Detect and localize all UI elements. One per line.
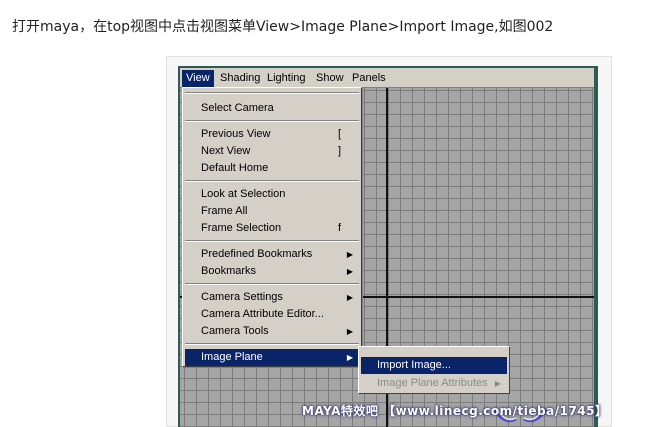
menu-item-label: Camera Tools (201, 325, 269, 337)
menu-lighting[interactable]: Lighting (265, 71, 308, 86)
menu-item-label: Next View (201, 145, 251, 157)
menu-separator (185, 343, 359, 345)
submenu-arrow-icon: ▶ (346, 353, 353, 362)
submenu-arrow-icon: ▶ (346, 250, 353, 259)
shortcut-label: [ (337, 128, 341, 140)
menu-separator (185, 240, 359, 242)
menu-view[interactable]: View (182, 70, 214, 87)
menu-item-label: Camera Attribute Editor... (201, 308, 324, 320)
menu-item-image-plane-attributes: Image Plane Attributes ▶ (361, 375, 507, 392)
watermark-text: MAYA特效吧 【www.linecg.com/tieba/1745】 (302, 404, 608, 418)
submenu-arrow-icon: ▶ (346, 267, 353, 276)
menu-item-bookmarks[interactable]: Bookmarks ▶ (185, 263, 359, 280)
menu-item-label: Look at Selection (201, 188, 286, 200)
menu-separator (185, 92, 359, 94)
shortcut-label: ] (337, 145, 341, 157)
maya-panel: View Shading Lighting Show Panels Select… (178, 66, 598, 427)
menu-item-label: Frame Selection (201, 222, 282, 234)
shortcut-label: f (337, 222, 341, 234)
submenu-arrow-icon: ▶ (494, 379, 501, 388)
menu-separator (185, 180, 359, 182)
menu-item-select-camera[interactable]: Select Camera (185, 100, 359, 117)
menu-item-previous-view[interactable]: Previous View [ (185, 126, 359, 143)
menu-item-frame-all[interactable]: Frame All (185, 203, 359, 220)
menu-separator (185, 283, 359, 285)
menu-item-image-plane[interactable]: Image Plane ▶ (185, 349, 359, 366)
menu-separator (185, 120, 359, 122)
menu-item-camera-settings[interactable]: Camera Settings ▶ (185, 289, 359, 306)
menu-item-label: Predefined Bookmarks (201, 248, 313, 260)
submenu-arrow-icon: ▶ (346, 327, 353, 336)
caption-text: 打开maya，在top视图中点击视图菜单View>Image Plane>Imp… (12, 19, 554, 35)
menu-item-label: Select Camera (201, 102, 274, 114)
menu-item-camera-attribute-editor[interactable]: Camera Attribute Editor... (185, 306, 359, 323)
menu-item-look-at-selection[interactable]: Look at Selection (185, 186, 359, 203)
image-plane-submenu: Import Image... Image Plane Attributes ▶ (358, 346, 510, 394)
view-menu-dropdown: Select Camera Previous View[ Next View] … (182, 87, 362, 367)
menu-item-label: Default Home (201, 162, 269, 174)
menu-panels[interactable]: Panels (350, 71, 388, 86)
menu-shading[interactable]: Shading (218, 71, 262, 86)
panel-menubar: View Shading Lighting Show Panels (180, 68, 594, 88)
menu-item-default-home[interactable]: Default Home (185, 160, 359, 177)
menu-item-label: Camera Settings (201, 291, 283, 303)
menu-item-label: Previous View (201, 128, 271, 140)
submenu-arrow-icon: ▶ (346, 293, 353, 302)
menu-item-predefined-bookmarks[interactable]: Predefined Bookmarks ▶ (185, 246, 359, 263)
menu-item-label: Image Plane (201, 351, 263, 363)
menu-item-label: Frame All (201, 205, 248, 217)
menu-item-frame-selection[interactable]: Frame Selection f (185, 220, 359, 237)
menu-item-camera-tools[interactable]: Camera Tools ▶ (185, 323, 359, 340)
menu-item-next-view[interactable]: Next View] (185, 143, 359, 160)
menu-item-import-image[interactable]: Import Image... (361, 357, 507, 374)
menu-item-label: Image Plane Attributes (377, 377, 488, 389)
menu-item-label: Import Image... (377, 359, 451, 371)
menu-item-label: Bookmarks (201, 265, 257, 277)
menu-show[interactable]: Show (314, 71, 346, 86)
